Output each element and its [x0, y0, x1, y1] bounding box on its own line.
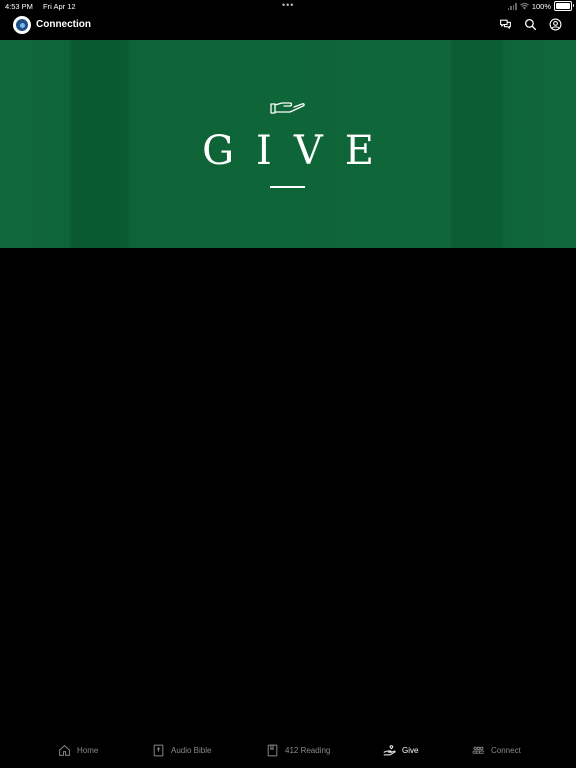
status-right: 100%	[507, 1, 574, 11]
tab-bar: Home Audio Bible 412 Reading Give Connec…	[0, 736, 576, 768]
search-icon[interactable]	[524, 18, 537, 31]
hero-divider	[270, 186, 305, 188]
nav-actions	[499, 18, 562, 31]
hero-title: GIVE	[202, 128, 396, 174]
tab-connect[interactable]: Connect	[472, 744, 521, 757]
tab-give[interactable]: Give	[383, 744, 418, 757]
wifi-icon	[519, 2, 529, 9]
tab-audio-bible[interactable]: Audio Bible	[152, 744, 211, 757]
tab-412-reading[interactable]: 412 Reading	[266, 744, 330, 757]
status-date: Fri Apr 12	[43, 2, 76, 11]
tab-label: 412 Reading	[285, 746, 331, 755]
multitask-dots[interactable]: •••	[282, 0, 294, 10]
status-bar: 4:53 PM Fri Apr 12 ••• 100%	[0, 0, 576, 12]
battery-percent: 100%	[531, 1, 551, 11]
tab-label: Audio Bible	[171, 746, 212, 755]
nav-bar: Connection	[0, 12, 576, 40]
tab-label: Home	[77, 746, 99, 755]
group-icon	[472, 746, 485, 754]
status-time: 4:53 PM	[5, 2, 33, 11]
account-icon[interactable]	[549, 18, 562, 31]
status-left: 4:53 PM Fri Apr 12	[5, 2, 84, 11]
app-title: Connection	[36, 19, 91, 30]
bookmark-book-icon	[267, 744, 278, 757]
give-hand-icon	[383, 745, 396, 756]
chat-icon[interactable]	[499, 18, 512, 31]
bible-icon	[153, 744, 164, 757]
giving-hand-icon	[270, 102, 305, 114]
tab-home[interactable]: Home	[58, 744, 98, 757]
home-icon	[59, 745, 70, 756]
battery-icon	[554, 1, 574, 11]
tab-label: Give	[402, 746, 419, 755]
app-logo-icon[interactable]	[13, 16, 31, 34]
tab-label: Connect	[491, 746, 521, 755]
cellular-signal-icon	[507, 2, 517, 10]
give-hero-banner: GIVE	[0, 40, 576, 248]
